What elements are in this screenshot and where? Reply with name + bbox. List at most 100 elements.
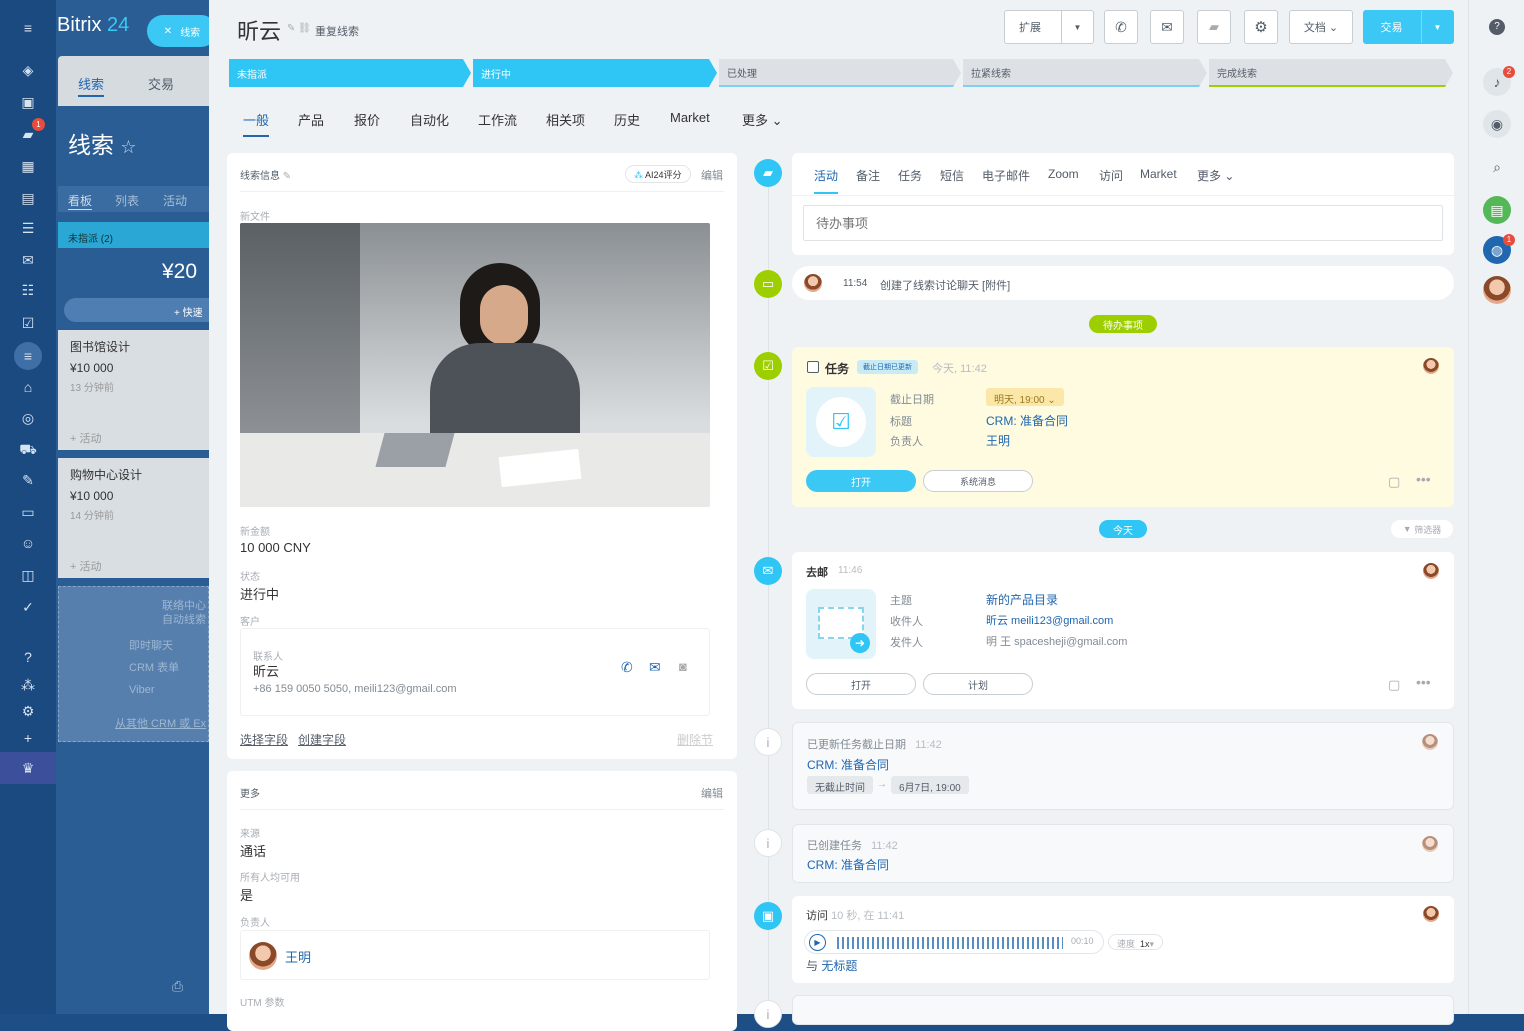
edit-title-icon[interactable]: ✎ ⛓ [287, 23, 311, 34]
bg-view-list[interactable]: 列表 [115, 192, 139, 209]
delete-section-link[interactable]: 删除节 [677, 731, 713, 748]
printer-icon[interactable]: ⎙ [172, 978, 183, 995]
act-tab-task[interactable]: 任务 [898, 167, 922, 184]
chevron-down-icon[interactable]: ▼ [1421, 11, 1453, 43]
bank-icon[interactable]: ⌂ [18, 377, 38, 397]
task-responsible-link[interactable]: 王明 [986, 432, 1010, 449]
bg-view-kanban[interactable]: 看板 [68, 192, 93, 210]
deadline-picker[interactable]: 明天, 19:00 ⌄ [986, 388, 1064, 406]
add-icon[interactable]: + [18, 728, 38, 748]
visit-link[interactable]: 无标题 [821, 959, 857, 973]
documents-button[interactable]: 文档 ⌄ [1289, 10, 1353, 44]
open-lines-icon[interactable]: ▤ [1483, 196, 1511, 224]
box-icon[interactable]: ◫ [18, 565, 38, 585]
help-icon[interactable]: ? [18, 647, 38, 667]
expand-button[interactable]: 扩展 ▼ [1004, 10, 1094, 44]
crown-icon[interactable]: ♛ [0, 752, 56, 784]
tab-related[interactable]: 相关项 [546, 110, 585, 129]
contact-name[interactable]: 昕云 [253, 661, 279, 680]
stage-in-progress[interactable]: 进行中 [473, 59, 717, 87]
settings-icon[interactable]: ⚙ [18, 701, 38, 721]
note-icon[interactable]: ▢ [1388, 677, 1400, 693]
more-dots-icon[interactable]: ••• [1416, 471, 1431, 487]
card-icon[interactable]: ▭ [18, 502, 38, 522]
envelope-icon[interactable]: ✉ [649, 659, 661, 676]
tab-quotes[interactable]: 报价 [354, 110, 380, 129]
calendar-icon[interactable]: ▦ [18, 156, 38, 176]
edit-link[interactable]: 编辑 [701, 167, 723, 183]
task-link[interactable]: CRM: 准备合同 [807, 856, 889, 873]
robot-icon[interactable]: ☺ [18, 533, 38, 553]
task-checkbox[interactable] [807, 361, 819, 373]
duplicate-link[interactable]: 重复线索 [315, 23, 359, 39]
target-icon[interactable]: ◎ [18, 408, 38, 428]
check-icon[interactable]: ✓ [18, 597, 38, 617]
bg-tab-deals[interactable]: 交易 [148, 74, 174, 93]
act-tab-email[interactable]: 电子邮件 [982, 167, 1030, 184]
bg-import-link[interactable]: 从其他 CRM 或 Ex [115, 715, 206, 731]
tab-products[interactable]: 产品 [298, 110, 324, 129]
phone-button[interactable]: ✆ [1104, 10, 1138, 44]
edit-link[interactable]: 编辑 [701, 785, 723, 801]
act-tab-visit[interactable]: 访问 [1099, 167, 1123, 184]
tab-market[interactable]: Market [670, 110, 710, 125]
create-field-link[interactable]: 创建字段 [298, 731, 346, 748]
chat-created-item[interactable]: 11:54 创建了线索讨论聊天 [附件] [792, 266, 1454, 300]
stage-unassigned[interactable]: 未指派 [229, 59, 471, 87]
system-message-button[interactable]: 系统消息 [923, 470, 1033, 492]
start-icon[interactable]: ◈ [18, 60, 38, 80]
act-tab-more[interactable]: 更多 ⌄ [1197, 167, 1234, 184]
sign-icon[interactable]: ✎ [18, 470, 38, 490]
act-tab-activity[interactable]: 活动 [814, 167, 839, 194]
pencil-icon[interactable]: ✎ [283, 171, 291, 182]
groups-icon[interactable]: ☷ [18, 280, 38, 300]
avatar[interactable] [1483, 276, 1511, 304]
mail-icon[interactable]: ✉ [18, 250, 38, 270]
menu-icon[interactable]: ≡ [18, 18, 38, 38]
lead-photo[interactable] [240, 223, 710, 507]
act-tab-sms[interactable]: 短信 [940, 167, 964, 184]
mail-button[interactable]: ✉ [1150, 10, 1184, 44]
filter-button[interactable]: ▼ 筛选器 [1391, 520, 1453, 538]
chevron-down-icon[interactable]: ▼ [1061, 11, 1093, 43]
tab-automation[interactable]: 自动化 [410, 110, 449, 129]
todo-input[interactable] [803, 205, 1443, 241]
help-icon[interactable]: ? [1489, 19, 1505, 35]
chat-icon[interactable]: ▰ 1 [18, 118, 45, 144]
note-icon[interactable]: ▢ [1388, 474, 1400, 490]
phone-icon[interactable]: ✆ [621, 659, 633, 676]
open-task-button[interactable]: 打开 [806, 470, 916, 492]
task-link[interactable]: CRM: 准备合同 [986, 412, 1068, 429]
email-recipient[interactable]: 昕云 meili123@gmail.com [986, 612, 1113, 628]
bg-channel[interactable]: Viber [129, 679, 179, 701]
tab-history[interactable]: 历史 [614, 110, 640, 129]
chat-button[interactable]: ▰ [1197, 10, 1231, 44]
bg-quick-add[interactable]: + 快速 [64, 298, 209, 322]
speed-select[interactable]: 速度 1x▾ [1108, 934, 1164, 950]
messages-icon[interactable]: ◉ [1483, 110, 1511, 138]
docs-icon[interactable]: ▤ [18, 188, 38, 208]
bg-card[interactable]: 购物中心设计 ¥10 000 14 分钟前 + 活动 [58, 458, 209, 578]
crm-icon[interactable]: ≡ [14, 342, 42, 370]
select-field-link[interactable]: 选择字段 [240, 731, 288, 748]
drive-icon[interactable]: ☰ [18, 218, 38, 238]
email-subject-link[interactable]: 新的产品目录 [986, 591, 1058, 608]
act-tab-zoom[interactable]: Zoom [1048, 167, 1079, 181]
task-link[interactable]: CRM: 准备合同 [807, 756, 889, 773]
feed-icon[interactable]: ▣ [18, 92, 38, 112]
search-icon[interactable]: ⌕ [1483, 153, 1511, 181]
responsible-link[interactable]: 王明 [285, 947, 311, 966]
open-email-button[interactable]: 打开 [806, 673, 916, 695]
plan-button[interactable]: 计划 [923, 673, 1033, 695]
bell-icon[interactable]: ♪ 2 [1483, 66, 1515, 96]
tab-workflow[interactable]: 工作流 [478, 110, 517, 129]
bg-channel[interactable]: 即时聊天 [129, 635, 179, 657]
bg-tab-leads[interactable]: 线索 [78, 74, 105, 97]
settings-button[interactable]: ⚙ [1244, 10, 1278, 44]
play-icon[interactable]: ▶ [809, 934, 826, 951]
tab-general[interactable]: 一般 [243, 110, 270, 137]
stage-nurture[interactable]: 拉紧线索 [963, 59, 1207, 87]
act-tab-note[interactable]: 备注 [856, 167, 880, 184]
ai-score-button[interactable]: ⁂ AI24评分 [625, 165, 691, 183]
waveform[interactable] [837, 937, 1063, 949]
